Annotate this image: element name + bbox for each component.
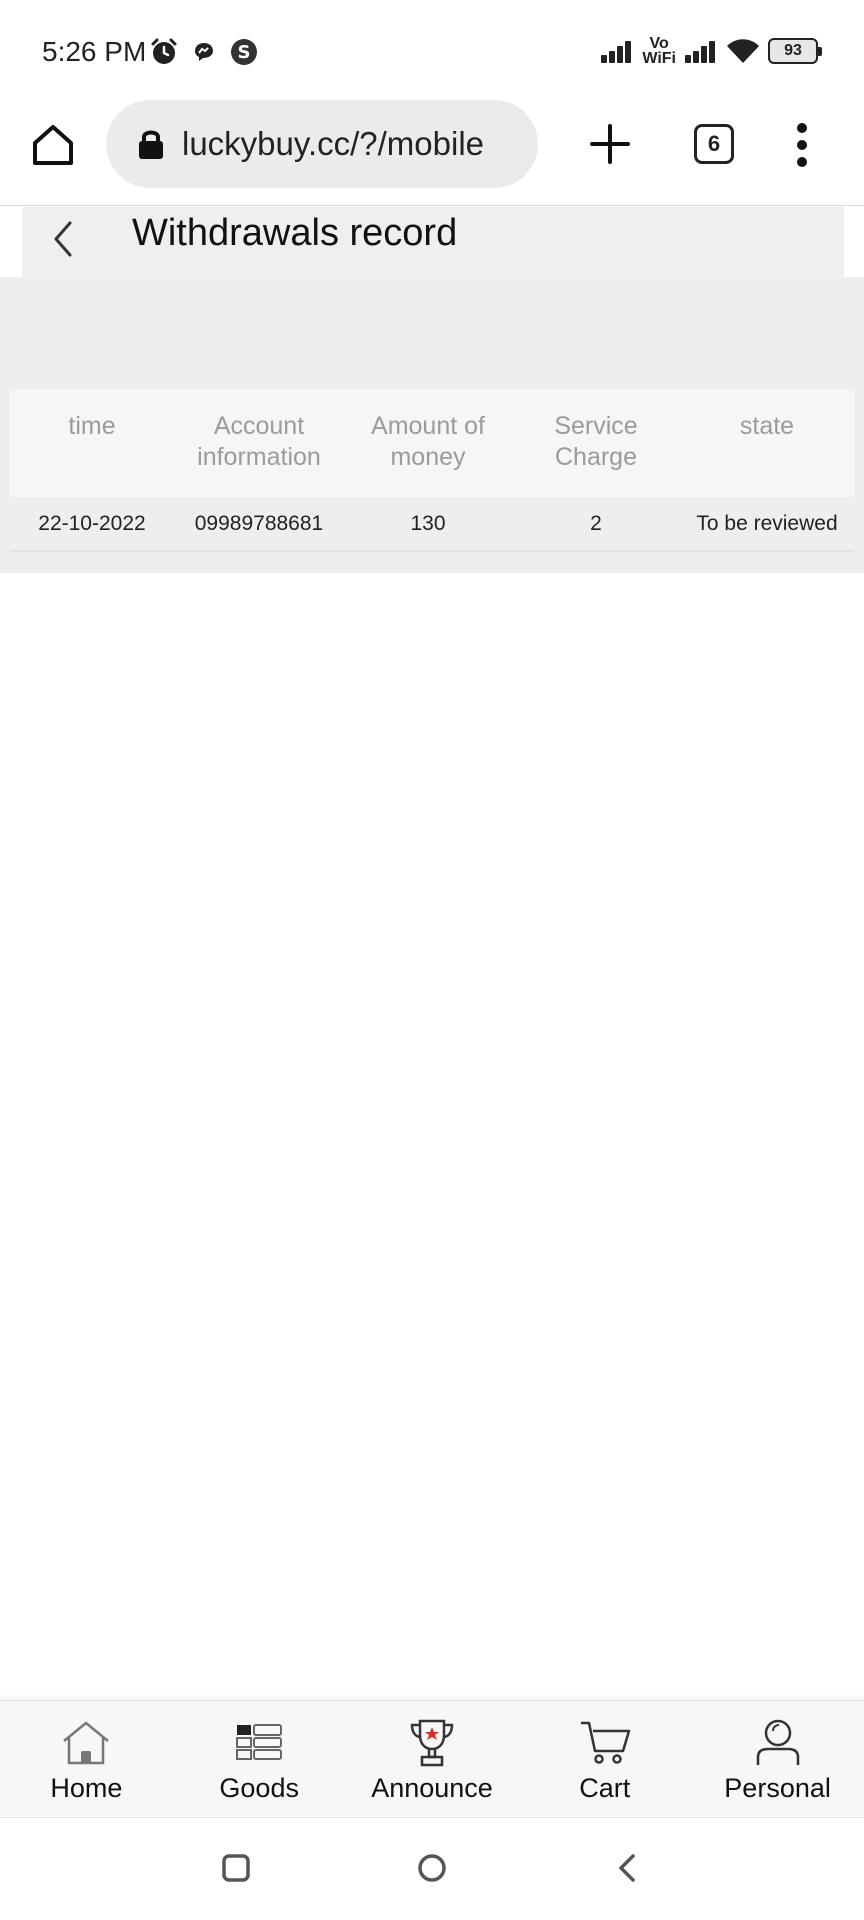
cell-amount: 130 [410,511,446,535]
signal-icon-2 [685,41,715,63]
nav-label-home: Home [50,1773,123,1803]
back-icon[interactable] [610,1850,646,1886]
home-icon[interactable] [30,122,76,168]
grid-list-icon [236,1724,283,1760]
chevron-left-icon[interactable] [48,217,78,261]
tabs-button[interactable]: 6 [694,124,734,164]
person-icon [756,1719,799,1765]
alarm-icon [151,38,177,64]
cell-state: To be reviewed [696,511,838,535]
plus-icon[interactable] [588,122,632,166]
cell-time: 22-10-2022 [38,511,146,535]
page-header: Withdrawals record [22,207,844,277]
page-title: Withdrawals record [132,212,458,254]
cell-account: 09989788681 [194,511,324,535]
nav-item-home[interactable]: Home [0,1701,173,1816]
wifi-icon [727,39,759,63]
header-state: state [739,412,795,440]
nav-label-cart: Cart [579,1773,631,1803]
url-text: luckybuy.cc/?/mobile [182,125,485,162]
trophy-icon [410,1719,454,1767]
nav-item-goods[interactable]: Goods [173,1701,346,1816]
lock-icon [139,130,163,159]
nav-item-cart[interactable]: Cart [518,1701,691,1816]
nav-label-announce: Announce [371,1773,493,1803]
s-app-icon: S [231,39,257,65]
url-bar[interactable]: luckybuy.cc/?/mobile [106,100,538,188]
notification-icons: S [150,38,258,66]
header-service-charge: Service Charge [554,412,638,471]
status-time: 5:26 PM [42,36,147,67]
browser-toolbar: luckybuy.cc/?/mobile 6 [0,100,864,206]
status-bar: 5:26 PM S Vo WiFi 93 [0,0,864,100]
table-header-row: time Account information Amount of money… [10,389,854,497]
nav-item-personal[interactable]: Personal [691,1701,864,1816]
header-account-information: Account information [197,412,321,471]
system-status-icons: Vo WiFi 93 [600,35,822,67]
cell-service-charge: 2 [590,511,602,535]
header-amount-of-money: Amount of money [371,412,485,471]
vowifi-indicator: Vo WiFi [642,35,676,67]
bottom-nav: Home Goods Announce Cart Personal [0,1700,864,1816]
svg-text:S: S [238,42,251,63]
signal-icon [601,41,632,63]
vowifi-bottom: WiFi [642,50,676,67]
recents-icon[interactable] [218,1850,254,1886]
more-vert-icon[interactable] [790,122,814,168]
home-outline-icon [63,1721,110,1765]
messenger-icon [195,43,213,61]
nav-item-announce[interactable]: Announce [346,1701,519,1816]
withdrawals-table: time Account information Amount of money… [10,389,854,552]
nav-label-goods: Goods [219,1773,299,1803]
home-circle-icon[interactable] [414,1850,450,1886]
screen: 5:26 PM S Vo WiFi 93 luckybuy.cc/?/mobil… [0,0,864,1920]
nav-label-personal: Personal [724,1773,831,1803]
cart-icon [580,1721,631,1764]
header-time: time [68,412,116,440]
battery-icon: 93 [768,38,822,64]
table-row: 22-10-2022 09989788681 130 2 To be revie… [10,497,854,551]
system-nav-bar [0,1817,864,1920]
vowifi-top: Vo [649,35,669,52]
